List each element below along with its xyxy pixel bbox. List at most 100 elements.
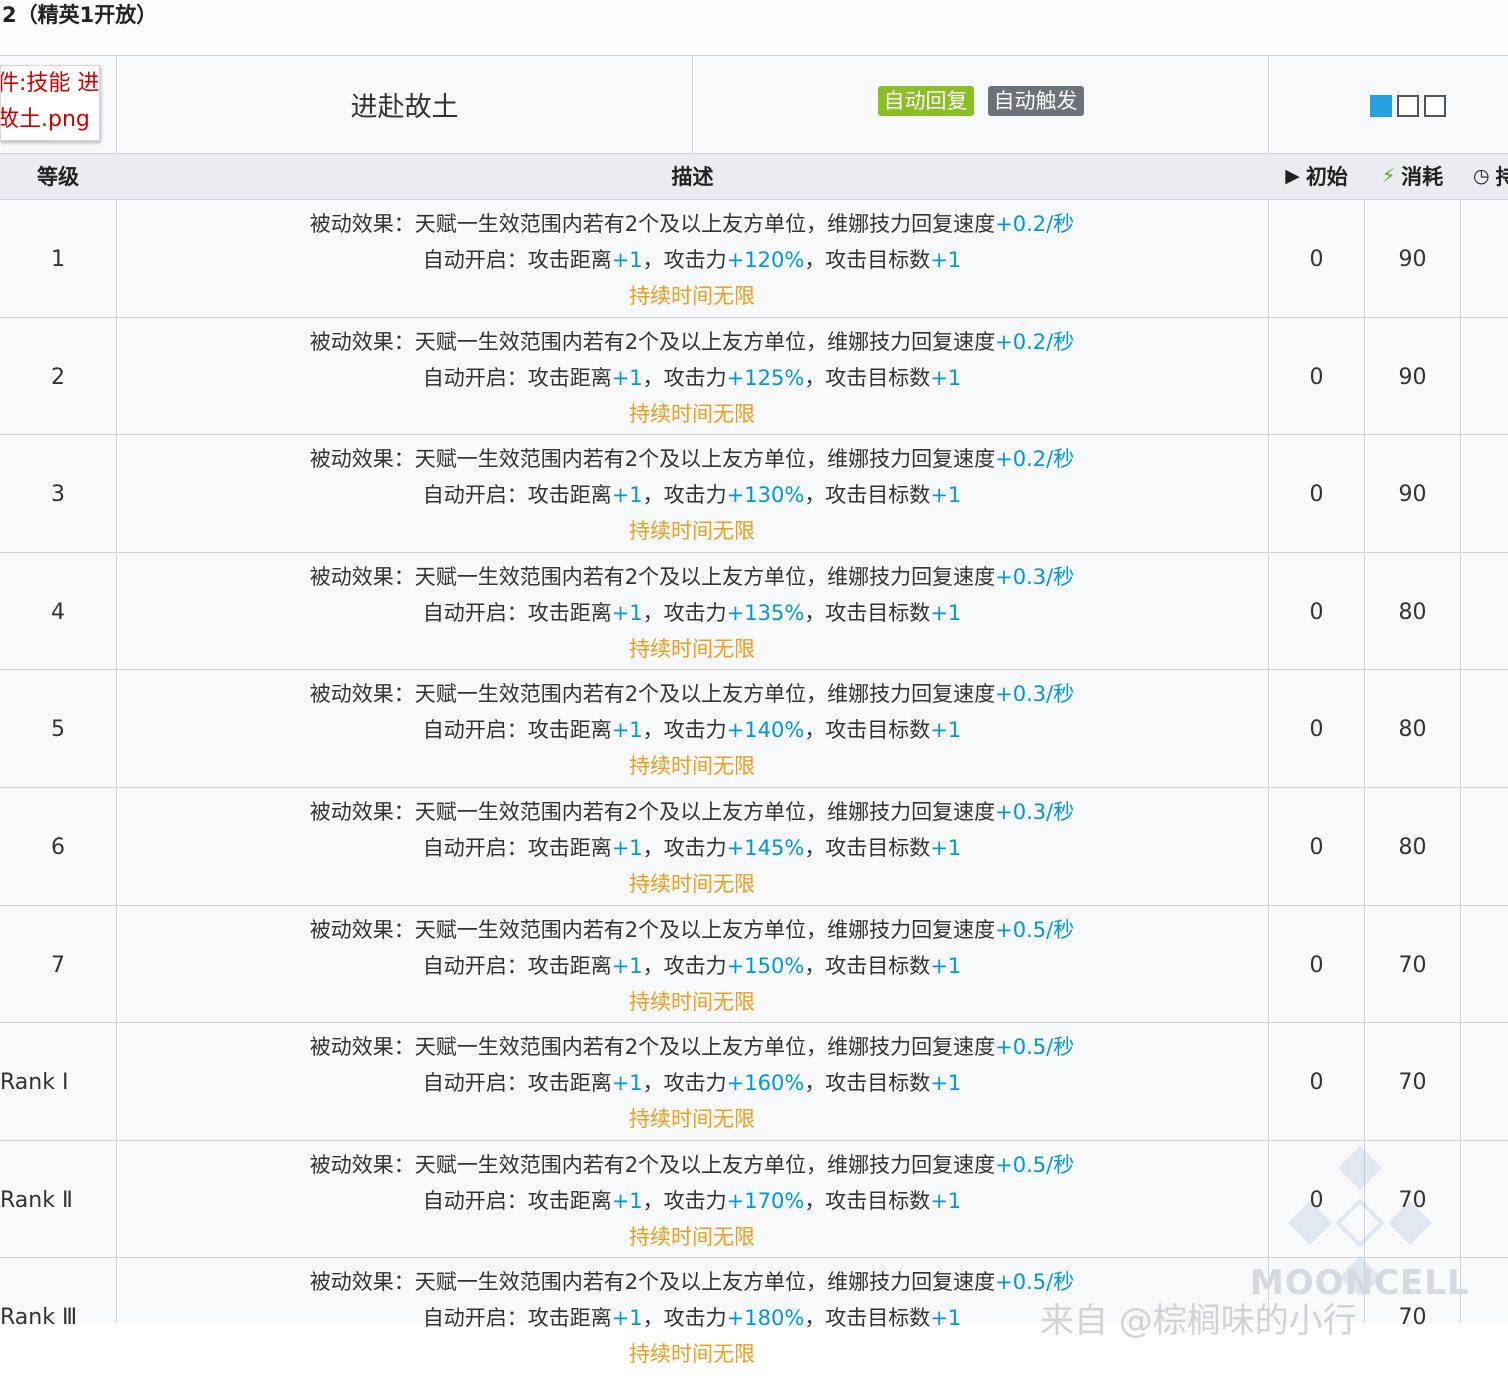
auto-effect-line: 自动开启：攻击距离+1，攻击力+145%，攻击目标数+1 <box>422 836 962 860</box>
auto-effect-line: 自动开启：攻击距离+1，攻击力+160%，攻击目标数+1 <box>422 1071 962 1095</box>
auto-effect-line: 自动开启：攻击距离+1，攻击力+130%，攻击目标数+1 <box>422 483 962 507</box>
auto-effect-line: 自动开启：攻击距离+1，攻击力+170%，攻击目标数+1 <box>422 1189 962 1213</box>
duration-line: 持续时间无限 <box>629 1107 755 1131</box>
passive-effect-line: 被动效果：天赋一生效范围内若有2个及以上友方单位，维娜技力回复速度+0.3/秒 <box>309 682 1075 706</box>
atk-value: +120% <box>726 248 805 272</box>
watermark-credit: 来自 @棕榈味的小行 <box>1040 1301 1357 1341</box>
row-sp-cost: 80 <box>1398 599 1427 625</box>
skill-table: 件:技能 进 故土.png 进赴故土 自动回复 自动触发 等级 描述 ▶ 初始 ⚡… <box>0 55 1508 1366</box>
regen-value: +0.5/秒 <box>995 1153 1075 1177</box>
row-initial-sp: 0 <box>1309 599 1324 625</box>
table-row: 4 被动效果：天赋一生效范围内若有2个及以上友方单位，维娜技力回复速度+0.3/… <box>0 553 1508 671</box>
passive-effect-line: 被动效果：天赋一生效范围内若有2个及以上友方单位，维娜技力回复速度+0.5/秒 <box>309 1153 1075 1177</box>
row-description: 被动效果：天赋一生效范围内若有2个及以上友方单位，维娜技力回复速度+0.5/秒 … <box>117 1029 1267 1137</box>
duration-line: 持续时间无限 <box>629 754 755 778</box>
row-description: 被动效果：天赋一生效范围内若有2个及以上友方单位，维娜技力回复速度+0.3/秒 … <box>117 794 1267 902</box>
atk-value: +145% <box>726 836 805 860</box>
skill-name: 进赴故土 <box>350 92 459 123</box>
auto-effect-line: 自动开启：攻击距离+1，攻击力+120%，攻击目标数+1 <box>422 248 962 272</box>
range-grid <box>1370 95 1451 117</box>
row-description: 被动效果：天赋一生效范围内若有2个及以上友方单位，维娜技力回复速度+0.2/秒 … <box>117 324 1267 432</box>
regen-value: +0.2/秒 <box>995 212 1075 236</box>
header-duration: ◷ 持 <box>1473 165 1508 189</box>
page-title: 2（精英1开放） <box>0 0 1508 54</box>
row-description: 被动效果：天赋一生效范围内若有2个及以上友方单位，维娜技力回复速度+0.3/秒 … <box>117 559 1267 667</box>
atk-value: +180% <box>726 1306 805 1330</box>
regen-value: +0.3/秒 <box>995 565 1075 589</box>
atk-value: +170% <box>726 1189 805 1213</box>
row-level: 6 <box>51 834 65 860</box>
auto-effect-line: 自动开启：攻击距离+1，攻击力+150%，攻击目标数+1 <box>422 954 962 978</box>
row-description: 被动效果：天赋一生效范围内若有2个及以上友方单位，维娜技力回复速度+0.2/秒 … <box>117 206 1267 314</box>
row-level: Rank Ⅲ <box>0 1304 78 1330</box>
duration-line: 持续时间无限 <box>629 637 755 661</box>
row-initial-sp: 0 <box>1309 834 1324 860</box>
atk-value: +140% <box>726 718 805 742</box>
passive-effect-line: 被动效果：天赋一生效范围内若有2个及以上友方单位，维娜技力回复速度+0.2/秒 <box>309 330 1075 354</box>
row-level: 3 <box>51 481 65 507</box>
atk-value: +130% <box>726 483 805 507</box>
passive-effect-line: 被动效果：天赋一生效范围内若有2个及以上友方单位，维娜技力回复速度+0.5/秒 <box>309 918 1075 942</box>
row-level: Rank Ⅱ <box>0 1187 73 1213</box>
auto-effect-line: 自动开启：攻击距离+1，攻击力+135%，攻击目标数+1 <box>422 601 962 625</box>
atk-value: +160% <box>726 1071 805 1095</box>
header-initial: ▶ 初始 <box>1285 165 1348 189</box>
row-description: 被动效果：天赋一生效范围内若有2个及以上友方单位，维娜技力回复速度+0.3/秒 … <box>117 676 1267 784</box>
row-sp-cost: 90 <box>1398 481 1427 507</box>
header-description: 描述 <box>671 165 714 189</box>
table-row: 1 被动效果：天赋一生效范围内若有2个及以上友方单位，维娜技力回复速度+0.2/… <box>0 200 1508 318</box>
row-description: 被动效果：天赋一生效范围内若有2个及以上友方单位，维娜技力回复速度+0.2/秒 … <box>117 441 1267 549</box>
range-cell <box>1424 95 1446 117</box>
row-initial-sp: 0 <box>1309 1069 1324 1095</box>
regen-value: +0.2/秒 <box>995 447 1075 471</box>
table-row: Rank Ⅰ 被动效果：天赋一生效范围内若有2个及以上友方单位，维娜技力回复速度… <box>0 1023 1508 1141</box>
header-cost: ⚡ 消耗 <box>1381 165 1444 189</box>
regen-value: +0.3/秒 <box>995 800 1075 824</box>
row-initial-sp: 0 <box>1309 246 1324 272</box>
row-sp-cost: 90 <box>1398 364 1427 390</box>
table-header: 等级 描述 ▶ 初始 ⚡ 消耗 ◷ 持 <box>0 153 1508 199</box>
row-level: 4 <box>51 599 65 625</box>
regen-value: +0.5/秒 <box>995 1035 1075 1059</box>
regen-value: +0.5/秒 <box>995 918 1075 942</box>
passive-effect-line: 被动效果：天赋一生效范围内若有2个及以上友方单位，维娜技力回复速度+0.3/秒 <box>309 800 1075 824</box>
regen-value: +0.5/秒 <box>995 1270 1075 1294</box>
clock-icon: ◷ <box>1473 165 1490 187</box>
regen-value: +0.3/秒 <box>995 682 1075 706</box>
row-sp-cost: 80 <box>1398 716 1427 742</box>
range-cell <box>1397 95 1419 117</box>
row-initial-sp: 0 <box>1309 716 1324 742</box>
row-level: 5 <box>51 716 65 742</box>
duration-line: 持续时间无限 <box>629 872 755 896</box>
row-level: Rank Ⅰ <box>0 1069 69 1095</box>
row-initial-sp: 0 <box>1309 364 1324 390</box>
row-sp-cost: 70 <box>1398 952 1427 978</box>
tag-auto-trigger: 自动触发 <box>987 86 1084 116</box>
row-initial-sp: 0 <box>1309 952 1324 978</box>
table-row: 5 被动效果：天赋一生效范围内若有2个及以上友方单位，维娜技力回复速度+0.3/… <box>0 670 1508 788</box>
passive-effect-line: 被动效果：天赋一生效范围内若有2个及以上友方单位，维娜技力回复速度+0.5/秒 <box>309 1035 1075 1059</box>
duration-line: 持续时间无限 <box>629 1225 755 1249</box>
play-icon: ▶ <box>1285 165 1300 187</box>
row-sp-cost: 70 <box>1398 1069 1427 1095</box>
skill-icon-image[interactable]: 件:技能 进 故土.png <box>0 65 100 141</box>
passive-effect-line: 被动效果：天赋一生效范围内若有2个及以上友方单位，维娜技力回复速度+0.2/秒 <box>309 212 1075 236</box>
row-sp-cost: 90 <box>1398 246 1427 272</box>
row-level: 2 <box>51 364 65 390</box>
duration-line: 持续时间无限 <box>629 519 755 543</box>
row-sp-cost: 80 <box>1398 834 1427 860</box>
atk-value: +135% <box>726 601 805 625</box>
row-initial-sp: 0 <box>1309 481 1324 507</box>
duration-line: 持续时间无限 <box>629 990 755 1014</box>
row-description: 被动效果：天赋一生效范围内若有2个及以上友方单位，维娜技力回复速度+0.5/秒 … <box>117 1147 1267 1255</box>
row-description: 被动效果：天赋一生效范围内若有2个及以上友方单位，维娜技力回复速度+0.5/秒 … <box>117 912 1267 1020</box>
row-level: 7 <box>51 952 65 978</box>
regen-value: +0.2/秒 <box>995 330 1075 354</box>
auto-effect-line: 自动开启：攻击距离+1，攻击力+140%，攻击目标数+1 <box>422 718 962 742</box>
auto-effect-line: 自动开启：攻击距离+1，攻击力+125%，攻击目标数+1 <box>422 366 962 390</box>
passive-effect-line: 被动效果：天赋一生效范围内若有2个及以上友方单位，维娜技力回复速度+0.3/秒 <box>309 565 1075 589</box>
range-cell <box>1370 95 1392 117</box>
table-row: 2 被动效果：天赋一生效范围内若有2个及以上友方单位，维娜技力回复速度+0.2/… <box>0 318 1508 436</box>
table-row: 7 被动效果：天赋一生效范围内若有2个及以上友方单位，维娜技力回复速度+0.5/… <box>0 906 1508 1024</box>
header-level: 等级 <box>37 165 79 189</box>
